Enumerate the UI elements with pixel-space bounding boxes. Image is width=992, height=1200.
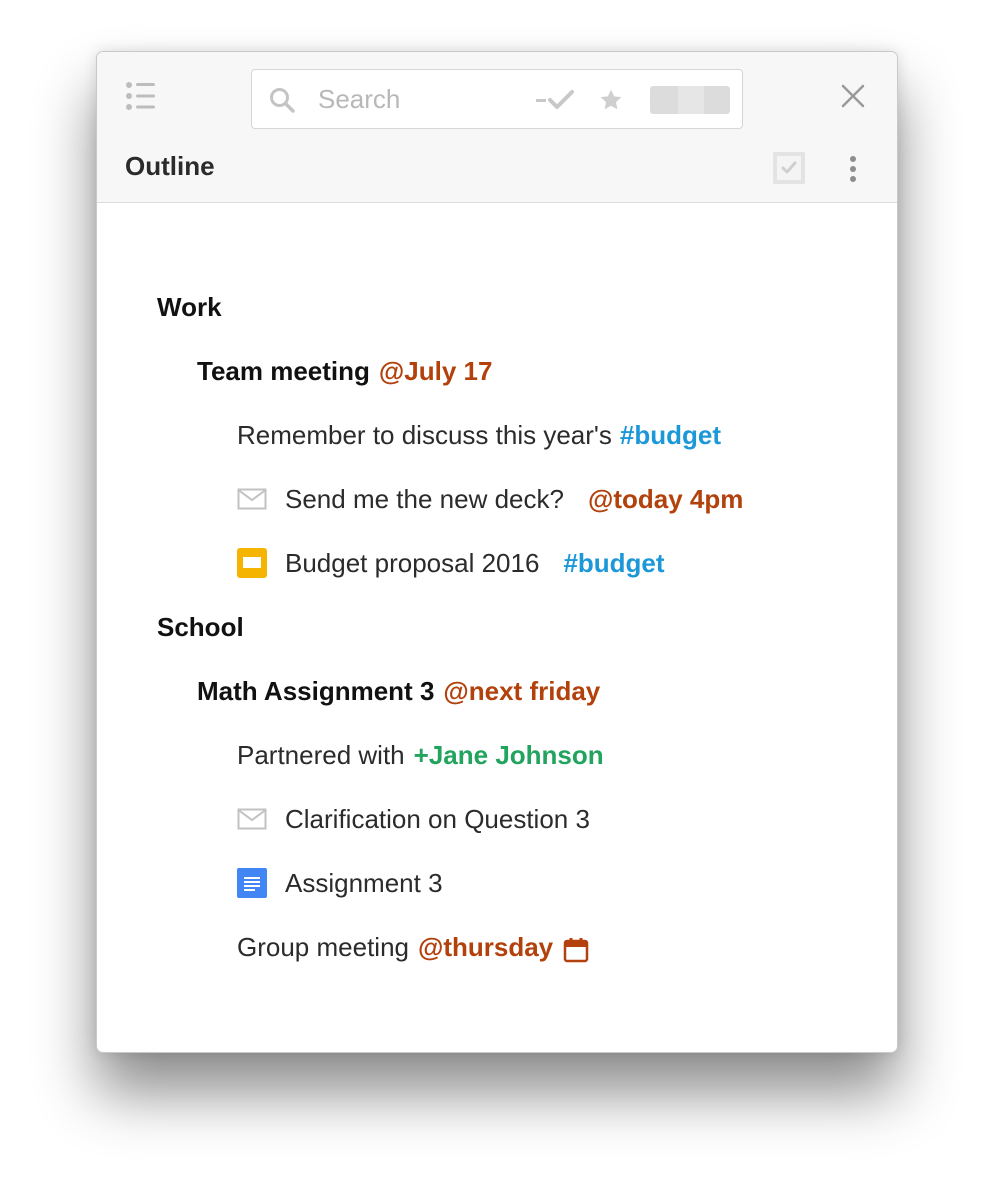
outline-item-assignment-doc[interactable]: Assignment 3 (237, 863, 443, 903)
item-text: Work (157, 292, 222, 322)
search-icon (268, 86, 296, 114)
close-icon[interactable] (837, 80, 869, 112)
outline-item-group-meeting[interactable]: Group meeting @thursday (237, 927, 589, 967)
outline-item-school[interactable]: School (157, 607, 244, 647)
outline-item-budget-proposal[interactable]: Budget proposal 2016 #budget (237, 543, 665, 583)
envelope-icon (237, 804, 267, 834)
item-text: Group meeting (237, 932, 409, 962)
item-text: Send me the new deck? (285, 484, 564, 514)
star-icon[interactable] (598, 87, 624, 113)
item-text: Remember to discuss this year's (237, 420, 612, 450)
outline-item-partner[interactable]: Partnered with +Jane Johnson (237, 735, 604, 775)
outline-item-team-meeting[interactable]: Team meeting @July 17 (197, 351, 492, 391)
date-tag[interactable]: @next friday (443, 671, 600, 711)
item-text: Partnered with (237, 740, 405, 770)
hashtag[interactable]: #budget (620, 415, 721, 455)
item-text: Clarification on Question 3 (285, 804, 590, 834)
date-tag[interactable]: @July 17 (379, 351, 493, 391)
more-vertical-icon[interactable] (843, 154, 863, 186)
checklist-icon[interactable] (773, 152, 805, 184)
date-tag[interactable]: @thursday (418, 927, 553, 967)
search-input[interactable] (318, 82, 518, 116)
item-text: School (157, 612, 244, 642)
item-text: Budget proposal 2016 (285, 548, 540, 578)
search-box (251, 69, 743, 129)
person-tag[interactable]: +Jane Johnson (414, 735, 604, 775)
app-window: Outline Work Team meeting @July 17 (96, 51, 898, 1053)
hashtag[interactable]: #budget (563, 543, 664, 583)
item-text: Assignment 3 (285, 868, 443, 898)
dash-check-icon[interactable] (534, 88, 578, 112)
outline-item-email-clarification[interactable]: Clarification on Question 3 (237, 799, 590, 839)
outline-item-budget-note[interactable]: Remember to discuss this year's #budget (237, 415, 721, 455)
slides-icon[interactable] (237, 548, 267, 578)
outline-item-math-assignment[interactable]: Math Assignment 3 @next friday (197, 671, 600, 711)
toggle-icon[interactable] (650, 86, 730, 114)
list-icon[interactable] (125, 80, 157, 112)
page-title: Outline (125, 151, 215, 181)
document-icon[interactable] (237, 868, 267, 898)
calendar-icon[interactable] (563, 934, 589, 963)
envelope-icon (237, 484, 267, 514)
header-bar: Outline (97, 52, 897, 203)
outline-item-work[interactable]: Work (157, 287, 222, 327)
item-text: Math Assignment 3 (197, 676, 435, 706)
date-tag[interactable]: @today 4pm (588, 479, 743, 519)
outline-item-email-deck[interactable]: Send me the new deck? @today 4pm (237, 479, 743, 519)
item-text: Team meeting (197, 356, 370, 386)
